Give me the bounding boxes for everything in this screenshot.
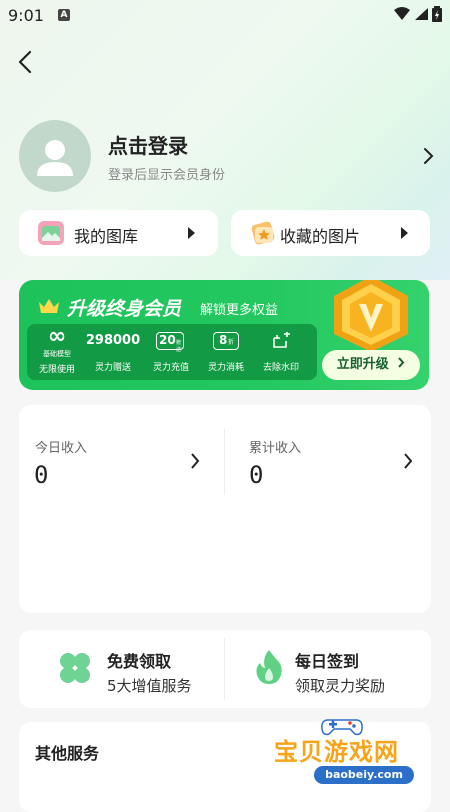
back-arrow-icon[interactable] bbox=[12, 48, 40, 76]
perk-label: 无限使用 bbox=[38, 365, 75, 375]
watermark-remove-icon bbox=[273, 332, 290, 348]
recharge-badge-icon: 20 赠送 bbox=[156, 332, 184, 353]
clover-icon bbox=[60, 653, 90, 683]
chevron-right-icon[interactable] bbox=[402, 452, 414, 470]
gallery-icon bbox=[38, 221, 64, 245]
infinity-icon: ∞ bbox=[47, 324, 67, 349]
signal-icon bbox=[415, 8, 428, 20]
watermark-text: 宝贝游戏网 bbox=[274, 738, 399, 766]
my-gallery-card[interactable]: 我的图库 bbox=[19, 210, 218, 256]
perk-top-sub: 基础模型 bbox=[43, 350, 71, 358]
perk-label: 去除水印 bbox=[262, 363, 299, 373]
status-indicators bbox=[394, 6, 442, 22]
perk-discount: 8 折 灵力消耗 bbox=[198, 324, 254, 380]
watermark-url-pill: baobeiy.com bbox=[314, 766, 414, 784]
divider bbox=[224, 429, 225, 495]
site-watermark: 宝贝游戏网 baobeiy.com bbox=[270, 714, 450, 800]
perk-label: 灵力充值 bbox=[152, 363, 189, 373]
status-time: 9:01 bbox=[8, 6, 44, 25]
perk-top-sub: 赠送 bbox=[175, 340, 181, 353]
chevron-right-icon[interactable] bbox=[189, 452, 201, 470]
income-card: 今日收入 0 累计收入 0 bbox=[19, 405, 431, 613]
battery-icon bbox=[432, 6, 442, 22]
login-title[interactable]: 点击登录 bbox=[108, 130, 188, 159]
perk-top-sub: 折 bbox=[228, 339, 235, 346]
flame-icon bbox=[256, 650, 282, 684]
chevron-right-icon bbox=[397, 350, 405, 380]
favorite-images-label: 收藏的图片 bbox=[280, 227, 361, 246]
perk-gift: 298000 灵力赠送 bbox=[85, 324, 141, 380]
today-income-label: 今日收入 bbox=[35, 441, 88, 456]
login-subtitle: 登录后显示会员身份 bbox=[108, 168, 226, 183]
watermark-url: baobeiy.com bbox=[325, 768, 403, 781]
total-income-label: 累计收入 bbox=[249, 441, 302, 456]
free-claim-subtitle: 5大增值服务 bbox=[107, 677, 192, 695]
status-bar: 9:01 A bbox=[0, 0, 450, 30]
perk-label: 灵力赠送 bbox=[94, 363, 131, 373]
upgrade-button[interactable]: 立即升级 bbox=[322, 350, 420, 380]
today-income-value: 0 bbox=[34, 461, 49, 489]
app-notification-icon: A bbox=[58, 9, 70, 21]
crown-icon bbox=[39, 299, 59, 313]
perk-value: 8 bbox=[219, 333, 228, 347]
vip-perks-panel: ∞ 基础模型 无限使用 298000 灵力赠送 20 赠送 灵力充值 8 折 灵… bbox=[27, 324, 317, 380]
upgrade-button-label: 立即升级 bbox=[336, 357, 389, 372]
perk-recharge: 20 赠送 灵力充值 bbox=[143, 324, 199, 380]
perk-no-watermark: 去除水印 bbox=[253, 324, 309, 380]
favorite-images-card[interactable]: 收藏的图片 bbox=[231, 210, 430, 256]
discount-badge-icon: 8 折 bbox=[213, 332, 239, 350]
user-icon bbox=[37, 140, 73, 176]
daily-checkin-item[interactable]: 每日签到 领取灵力奖励 bbox=[225, 630, 431, 708]
triangle-right-icon bbox=[401, 227, 408, 239]
wifi-icon bbox=[394, 7, 410, 20]
vip-medal-icon bbox=[334, 280, 408, 352]
daily-checkin-title: 每日签到 bbox=[295, 652, 360, 671]
triangle-right-icon bbox=[188, 227, 195, 239]
free-claim-item[interactable]: 免费领取 5大增值服务 bbox=[19, 630, 224, 708]
favorite-star-icon bbox=[251, 221, 275, 245]
total-income-value: 0 bbox=[249, 461, 264, 489]
chevron-right-icon[interactable] bbox=[422, 146, 436, 166]
services-card: 免费领取 5大增值服务 每日签到 领取灵力奖励 bbox=[19, 630, 431, 708]
vip-banner[interactable]: 升级终身会员 解锁更多权益 ∞ 基础模型 无限使用 298000 灵力赠送 20… bbox=[19, 280, 429, 390]
other-services-title: 其他服务 bbox=[35, 744, 100, 763]
perk-value: 298000 bbox=[85, 333, 141, 348]
vip-subtitle: 解锁更多权益 bbox=[200, 303, 279, 318]
daily-checkin-subtitle: 领取灵力奖励 bbox=[295, 677, 386, 695]
perk-unlimited: ∞ 基础模型 无限使用 bbox=[29, 324, 85, 380]
free-claim-title: 免费领取 bbox=[107, 652, 172, 671]
vip-title: 升级终身会员 bbox=[67, 298, 182, 320]
perk-label: 灵力消耗 bbox=[207, 363, 244, 373]
avatar[interactable] bbox=[19, 120, 91, 192]
my-gallery-label: 我的图库 bbox=[74, 227, 139, 246]
